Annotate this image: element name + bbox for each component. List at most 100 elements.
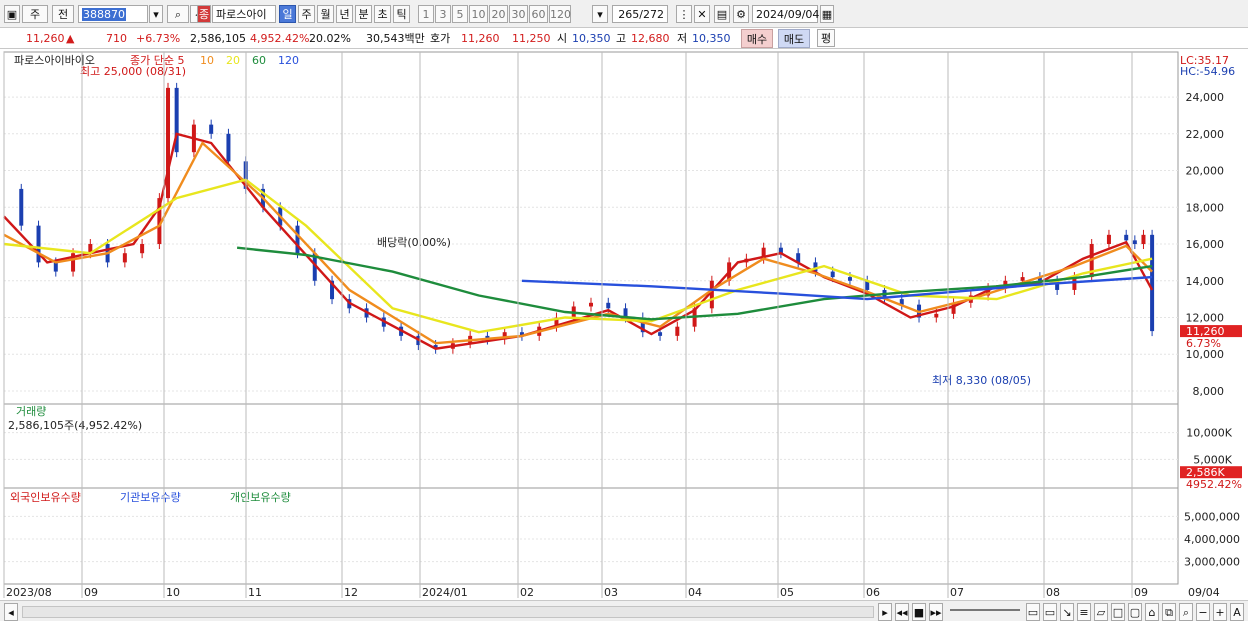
- fib-tool-icon[interactable]: ≡: [1077, 603, 1091, 621]
- sell-button[interactable]: 매도: [778, 29, 810, 48]
- legend-item: 20: [226, 54, 240, 67]
- period-tab-6[interactable]: 틱: [393, 5, 410, 23]
- candle-body: [830, 271, 835, 278]
- x-tick-label: 05: [780, 586, 794, 599]
- turnover-value: 20.02%: [309, 32, 351, 45]
- period-tab-1[interactable]: 주: [298, 5, 315, 23]
- frame-icon[interactable]: ▭: [1043, 603, 1057, 621]
- x-tick-label: 10: [166, 586, 180, 599]
- x-tick-label: 11: [248, 586, 262, 599]
- bid-label: 호가: [430, 32, 451, 45]
- date-input[interactable]: 2024/09/04: [752, 5, 819, 23]
- layout-icon[interactable]: ▭: [1026, 603, 1040, 621]
- period-tab-4[interactable]: 분: [355, 5, 372, 23]
- step-back-icon[interactable]: ◂◂: [895, 603, 909, 621]
- x-tick-label: 12: [344, 586, 358, 599]
- candle-body: [709, 280, 714, 309]
- period-tab-0[interactable]: 일: [279, 5, 296, 23]
- counter-total: /272: [639, 8, 664, 21]
- price-tick-label: 16,000: [1186, 238, 1225, 251]
- period-tab-2[interactable]: 월: [317, 5, 334, 23]
- candle-body: [658, 332, 663, 336]
- box-tool-icon[interactable]: ▢: [1128, 603, 1142, 621]
- low-label: 저: [677, 32, 688, 45]
- high-label: 고: [616, 32, 627, 45]
- x-tick-label: 2023/08: [6, 586, 52, 599]
- scroll-toolbar: ◂ ▸ ◂◂ ■ ▸▸ ▭ ▭ ↘ ≡ ▱ □ ▢ ⌂ ⧉ ⌕ − + A: [0, 600, 1248, 621]
- price-tick-label: 18,000: [1186, 201, 1225, 214]
- prev-button[interactable]: 전: [52, 5, 74, 23]
- candle-body: [1020, 277, 1025, 281]
- step-forward-icon[interactable]: ▸▸: [929, 603, 943, 621]
- holdings-tick-label: 3,000,000: [1184, 556, 1240, 569]
- period-tab-3[interactable]: 년: [336, 5, 353, 23]
- buy-button[interactable]: 매수: [741, 29, 773, 48]
- interval-button-3[interactable]: 3: [435, 5, 451, 23]
- volume-panel: [3, 403, 1179, 489]
- code-input[interactable]: 388870: [78, 5, 148, 23]
- zoom-in-icon[interactable]: +: [1213, 603, 1227, 621]
- interval-button-120[interactable]: 120: [549, 5, 571, 23]
- rect-tool-icon[interactable]: □: [1111, 603, 1125, 621]
- holdings-tick-label: 5,000,000: [1184, 510, 1240, 523]
- interval-button-60[interactable]: 60: [529, 5, 548, 23]
- candle-body: [606, 302, 611, 309]
- high-annotation: 최고 25,000 (08/31): [80, 65, 186, 78]
- panel-icon[interactable]: ▣: [4, 5, 20, 23]
- gear-icon[interactable]: ⚙: [733, 5, 749, 23]
- copy-tool-icon[interactable]: ⧉: [1162, 603, 1176, 621]
- save-icon[interactable]: ▤: [714, 5, 730, 23]
- auto-scale-icon[interactable]: A: [1230, 603, 1244, 621]
- scroll-left-icon[interactable]: ◂: [4, 603, 18, 621]
- interval-button-20[interactable]: 20: [489, 5, 508, 23]
- candle-body: [1141, 234, 1146, 245]
- calendar-icon[interactable]: ▦: [820, 5, 834, 23]
- eval-button[interactable]: 평: [817, 29, 835, 47]
- price-panel: [3, 51, 1179, 405]
- chevron-down-icon[interactable]: ▾: [149, 5, 163, 23]
- x-tick-label: 06: [866, 586, 880, 599]
- price-tick-label: 8,000: [1193, 385, 1225, 398]
- candle-body: [122, 253, 127, 263]
- bid1-value: 11,260: [461, 32, 500, 45]
- stop-icon[interactable]: ■: [912, 603, 926, 621]
- period-tab-5[interactable]: 초: [374, 5, 391, 23]
- scroll-right-icon[interactable]: ▸: [878, 603, 892, 621]
- interval-button-10[interactable]: 10: [469, 5, 488, 23]
- candle-body: [1150, 234, 1155, 332]
- period-select[interactable]: 주: [22, 5, 48, 23]
- open-value: 10,350: [572, 32, 611, 45]
- holdings-legend-item: 외국인보유수량: [10, 491, 81, 504]
- zoom-slider[interactable]: [950, 609, 1020, 611]
- interval-button-30[interactable]: 30: [509, 5, 528, 23]
- price-tick-label: 22,000: [1186, 128, 1225, 141]
- interval-chevron-down-icon[interactable]: ▾: [592, 5, 608, 23]
- grid-icon[interactable]: ⋮: [676, 5, 692, 23]
- select-tool-icon[interactable]: ⌂: [1145, 603, 1159, 621]
- candle-body: [53, 262, 58, 272]
- scroll-track[interactable]: [22, 606, 874, 618]
- zoom-out-icon[interactable]: −: [1196, 603, 1210, 621]
- line-tool-icon[interactable]: ↘: [1060, 603, 1074, 621]
- price-tick-label: 24,000: [1186, 91, 1225, 104]
- volume-value: 2,586,105: [190, 32, 246, 45]
- candle-body: [1106, 234, 1111, 245]
- market-badge: 종: [197, 5, 211, 23]
- channel-tool-icon[interactable]: ▱: [1094, 603, 1108, 621]
- last-change-label: 6.73%: [1186, 337, 1221, 350]
- counter-value: 265: [618, 8, 640, 21]
- interval-button-1[interactable]: 1: [418, 5, 434, 23]
- x-tick-label: 09/04: [1188, 586, 1220, 599]
- candle-body: [209, 124, 214, 134]
- x-tick-label: 08: [1046, 586, 1060, 599]
- x-tick-label: 03: [604, 586, 618, 599]
- interval-button-5[interactable]: 5: [452, 5, 468, 23]
- crosshair-icon[interactable]: ✕: [694, 5, 710, 23]
- stock-chart[interactable]: 24,000 22,000 20,000 18,000 16,000 14,000 12,0…: [0, 50, 1248, 600]
- toolbar: ▣ 주 전 388870 ▾ ⌕ ◂ 종 파로스아이 일주월년분초틱 13510…: [0, 0, 1248, 28]
- search-icon[interactable]: ⌕: [167, 5, 189, 23]
- volume-subtitle: 2,586,105주(4,952.42%): [8, 419, 142, 432]
- x-tick-label: 07: [950, 586, 964, 599]
- magnify-icon[interactable]: ⌕: [1179, 603, 1193, 621]
- stock-name: 파로스아이: [212, 5, 276, 23]
